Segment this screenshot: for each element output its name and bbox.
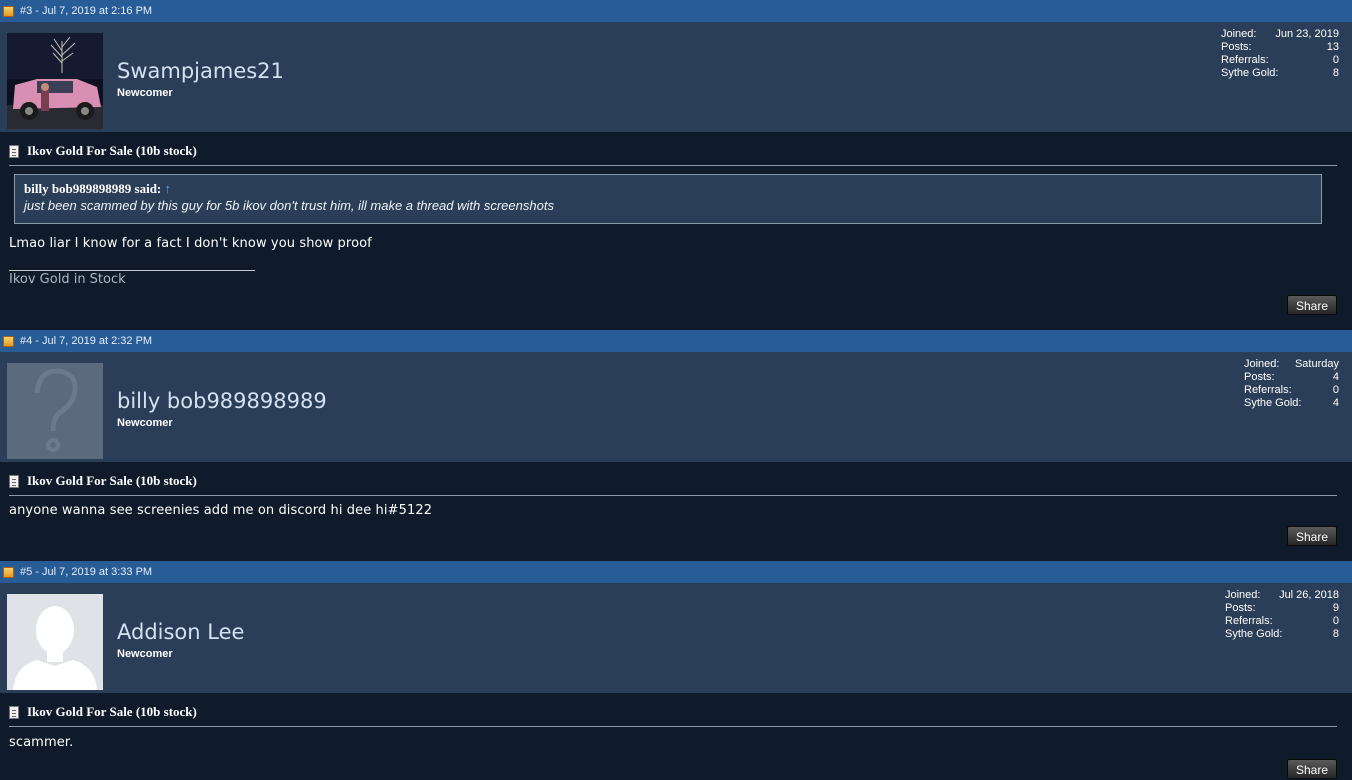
thread-title-text: Ikov Gold For Sale (10b stock) xyxy=(27,143,197,158)
thread-title-text: Ikov Gold For Sale (10b stock) xyxy=(27,473,197,488)
posts-value: 4 xyxy=(1332,371,1339,383)
avatar[interactable] xyxy=(7,594,103,690)
joined-value: Jun 23, 2019 xyxy=(1275,28,1339,40)
avatar[interactable] xyxy=(7,33,103,129)
joined-value: Jul 26, 2018 xyxy=(1279,589,1339,601)
gold-value: 4 xyxy=(1332,397,1339,409)
divider xyxy=(9,495,1337,496)
thread-title: Ikov Gold For Sale (10b stock) xyxy=(9,703,1337,721)
message-text: scammer. xyxy=(9,735,74,750)
posts-value: 13 xyxy=(1326,41,1339,53)
username[interactable]: billy bob989898989 xyxy=(117,389,327,413)
share-button[interactable]: Share xyxy=(1287,759,1337,779)
thread-title: Ikov Gold For Sale (10b stock) xyxy=(9,142,1337,160)
post-4: #4 - Jul 7, 2019 at 2:32 PM billy bob989… xyxy=(0,330,1352,559)
signature-divider xyxy=(9,270,255,271)
referrals-label: Referrals: xyxy=(1244,384,1292,396)
post-permalink[interactable]: #4 - Jul 7, 2019 at 2:32 PM xyxy=(20,335,152,347)
quote-block: billy bob989898989 said: ↑ just been sca… xyxy=(14,174,1322,224)
user-info-bar: billy bob989898989 Newcomer Joined: Satur… xyxy=(0,352,1352,462)
joined-label: Joined: xyxy=(1225,589,1261,601)
referrals-label: Referrals: xyxy=(1225,615,1273,627)
post-header: #3 - Jul 7, 2019 at 2:16 PM xyxy=(0,0,1352,22)
user-info-bar: Swampjames21 Newcomer Joined: Jun 23, 201… xyxy=(0,22,1352,132)
user-stats: Joined: Jun 23, 2019 Posts: 13 Referrals: 0… xyxy=(1221,28,1339,80)
thread-title-text: Ikov Gold For Sale (10b stock) xyxy=(27,704,197,719)
post-3: #3 - Jul 7, 2019 at 2:16 PM Swampjames21… xyxy=(0,0,1352,329)
post-header: #5 - Jul 7, 2019 at 3:33 PM xyxy=(0,561,1352,583)
username[interactable]: Swampjames21 xyxy=(117,59,284,83)
share-button[interactable]: Share xyxy=(1287,526,1337,546)
referrals-value: 0 xyxy=(1332,54,1339,66)
gold-value: 8 xyxy=(1332,67,1339,79)
share-button[interactable]: Share xyxy=(1287,295,1337,315)
posts-label: Posts: xyxy=(1221,41,1252,53)
document-icon xyxy=(9,144,19,158)
gold-value: 8 xyxy=(1332,628,1339,640)
joined-value: Saturday xyxy=(1294,358,1339,370)
post-permalink[interactable]: #5 - Jul 7, 2019 at 3:33 PM xyxy=(20,566,152,578)
signature: Ikov Gold in Stock xyxy=(9,272,126,287)
post-permalink[interactable]: #3 - Jul 7, 2019 at 2:16 PM xyxy=(20,5,152,17)
gold-label: Sythe Gold: xyxy=(1221,67,1279,79)
thread-title: Ikov Gold For Sale (10b stock) xyxy=(9,472,1337,490)
username[interactable]: Addison Lee xyxy=(117,620,244,644)
post-header: #4 - Jul 7, 2019 at 2:32 PM xyxy=(0,330,1352,352)
divider xyxy=(9,726,1337,727)
avatar[interactable] xyxy=(7,363,103,459)
user-stats: Joined: Jul 26, 2018 Posts: 9 Referrals: 0 … xyxy=(1225,589,1339,641)
joined-label: Joined: xyxy=(1244,358,1280,370)
quote-author: billy bob989898989 said: xyxy=(24,181,162,196)
quote-text: just been scammed by this guy for 5b iko… xyxy=(24,198,554,213)
referrals-label: Referrals: xyxy=(1221,54,1269,66)
post-body: Ikov Gold For Sale (10b stock) scammer. … xyxy=(0,693,1352,779)
joined-label: Joined: xyxy=(1221,28,1257,40)
post-body: Ikov Gold For Sale (10b stock) billy bob… xyxy=(0,132,1352,329)
user-info-bar: Addison Lee Newcomer Joined: Jul 26, 2018… xyxy=(0,583,1352,693)
post-icon xyxy=(3,335,14,347)
message-text: anyone wanna see screenies add me on dis… xyxy=(9,503,433,518)
post-body: Ikov Gold For Sale (10b stock) anyone wa… xyxy=(0,462,1352,559)
referrals-value: 0 xyxy=(1332,384,1339,396)
document-icon xyxy=(9,474,19,488)
referrals-value: 0 xyxy=(1332,615,1339,627)
post-icon xyxy=(3,566,14,578)
posts-label: Posts: xyxy=(1244,371,1275,383)
divider xyxy=(9,165,1337,166)
user-stats: Joined: Saturday Posts: 4 Referrals: 0 Syth… xyxy=(1244,358,1339,410)
user-title: Newcomer xyxy=(117,87,173,99)
gold-label: Sythe Gold: xyxy=(1244,397,1302,409)
document-icon xyxy=(9,705,19,719)
user-title: Newcomer xyxy=(117,648,173,660)
quote-link-arrow-icon[interactable]: ↑ xyxy=(165,181,172,196)
post-icon xyxy=(3,5,14,17)
post-5: #5 - Jul 7, 2019 at 3:33 PM Addison Lee … xyxy=(0,561,1352,779)
message-text: Lmao liar I know for a fact I don't know… xyxy=(9,236,372,251)
user-title: Newcomer xyxy=(117,417,173,429)
posts-label: Posts: xyxy=(1225,602,1256,614)
gold-label: Sythe Gold: xyxy=(1225,628,1283,640)
posts-value: 9 xyxy=(1332,602,1339,614)
